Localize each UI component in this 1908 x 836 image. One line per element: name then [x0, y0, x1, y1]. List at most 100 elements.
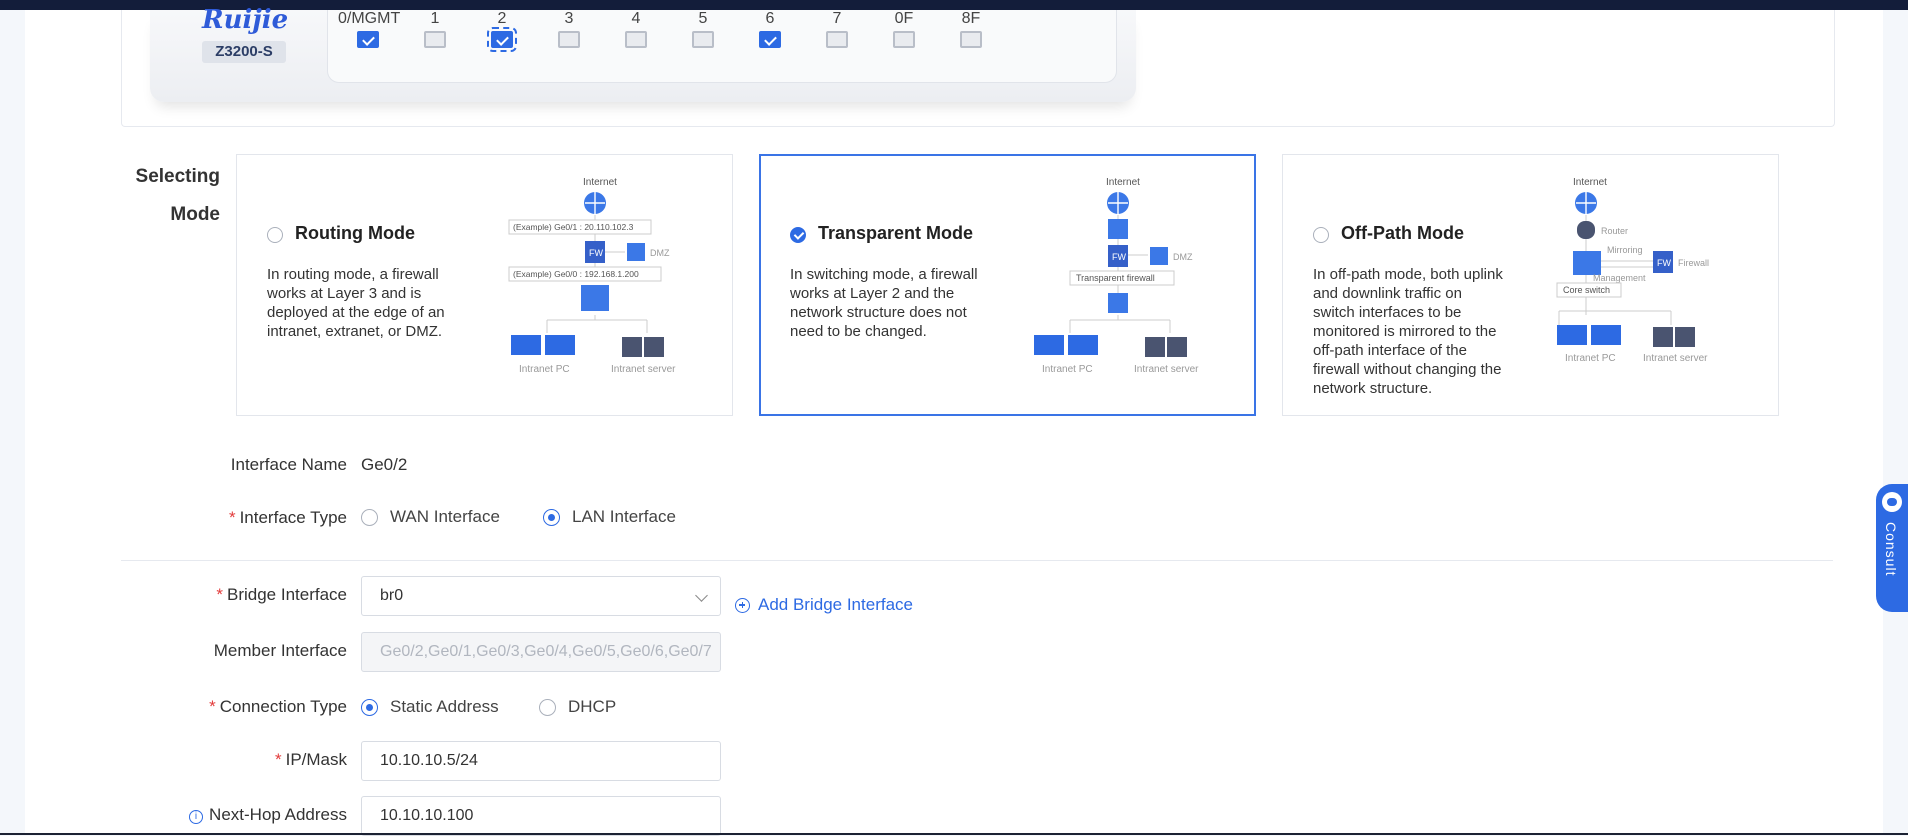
- routing-mode-title: Routing Mode: [295, 223, 415, 243]
- port-5[interactable]: 5: [673, 10, 733, 48]
- port-7[interactable]: 7: [807, 10, 867, 48]
- consult-button[interactable]: Consult: [1876, 484, 1908, 612]
- port-2[interactable]: 2: [472, 10, 532, 52]
- plus-circle-icon: [735, 597, 750, 613]
- port-8[interactable]: 0F: [874, 10, 934, 48]
- server-icon: [1653, 327, 1673, 347]
- port-4[interactable]: 4: [606, 10, 666, 48]
- selecting-mode-label: Selecting Mode: [135, 166, 220, 225]
- svg-text:(Example) Ge0/0 : 192.168.1.20: (Example) Ge0/0 : 192.168.1.200: [513, 269, 639, 279]
- offpath-mode-diagram: Internet Router Mirroring FW Firewall Ma…: [1556, 177, 1709, 364]
- port-6[interactable]: 6: [740, 10, 800, 48]
- port-label: 6: [765, 10, 775, 27]
- switch-icon: [581, 285, 609, 311]
- port-area: 0/MGMT 1 2 3 4 5 6 7 0F 8F: [327, 10, 1117, 83]
- svg-text:FW: FW: [589, 248, 603, 258]
- port-label: 2: [497, 10, 507, 27]
- bridge-interface-label: * Bridge Interface: [216, 585, 347, 604]
- dmz-server-icon: [627, 243, 645, 261]
- offpath-mode-title: Off-Path Mode: [1341, 223, 1464, 243]
- port-icon[interactable]: [558, 31, 580, 48]
- port-icon[interactable]: [487, 27, 517, 52]
- svg-text:DMZ: DMZ: [1173, 252, 1193, 262]
- server-icon: [622, 337, 642, 357]
- lan-interface-radio[interactable]: LAN Interface: [543, 507, 676, 527]
- ip-mask-input[interactable]: 10.10.10.5/24: [361, 741, 721, 781]
- routing-mode-radio[interactable]: [267, 227, 283, 243]
- offpath-mode-description: In off-path mode, both uplink and downli…: [1313, 266, 1503, 397]
- core-switch-icon: [1573, 251, 1601, 275]
- svg-text:DMZ: DMZ: [650, 248, 670, 258]
- transparent-mode-title: Transparent Mode: [818, 223, 974, 243]
- next-hop-input[interactable]: 10.10.10.100: [361, 796, 721, 836]
- transparent-mode-description: In switching mode, a firewall works at L…: [790, 266, 978, 340]
- svg-text:Core switch: Core switch: [1563, 285, 1610, 295]
- bridge-interface-select[interactable]: br0: [361, 576, 721, 616]
- port-9[interactable]: 8F: [941, 10, 1001, 48]
- router-icon: [1577, 221, 1595, 239]
- port-label: 5: [698, 10, 708, 27]
- svg-text:Router: Router: [1601, 226, 1628, 236]
- port-icon[interactable]: [692, 31, 714, 48]
- port-label: 4: [631, 10, 641, 27]
- svg-text:Intranet PC: Intranet PC: [1042, 364, 1093, 375]
- section-divider: [121, 560, 1833, 561]
- next-hop-label: i Next-Hop Address: [125, 805, 347, 825]
- brand-logo: Ruijie: [202, 5, 289, 35]
- svg-text:FW: FW: [1112, 252, 1126, 262]
- add-bridge-interface-link[interactable]: Add Bridge Interface: [735, 595, 913, 615]
- port-icon[interactable]: [759, 31, 781, 48]
- svg-text:Intranet PC: Intranet PC: [519, 364, 570, 375]
- device-chassis: Ruijie Z3200-S 0/MGMT 1 2 3 4 5 6 7 0F 8F: [150, 5, 1136, 102]
- port-icon[interactable]: [625, 31, 647, 48]
- svg-text:Internet: Internet: [1106, 177, 1140, 188]
- svg-text:Intranet server: Intranet server: [1134, 364, 1199, 375]
- transparent-mode-radio[interactable]: [790, 227, 806, 243]
- chat-icon: [1882, 492, 1902, 512]
- connection-type-label: * Connection Type: [209, 697, 347, 716]
- svg-text:FW: FW: [1657, 258, 1671, 268]
- transparent-mode-card[interactable]: Transparent Mode In switching mode, a fi…: [759, 154, 1256, 416]
- wan-interface-radio[interactable]: WAN Interface: [361, 507, 500, 527]
- port-label: 8F: [961, 10, 981, 27]
- svg-text:Intranet server: Intranet server: [611, 364, 676, 375]
- chevron-down-icon: [695, 589, 708, 602]
- switch-icon: [1108, 293, 1128, 313]
- svg-text:(Example) Ge0/1 : 20.110.102.3: (Example) Ge0/1 : 20.110.102.3: [513, 222, 634, 232]
- svg-text:Management: Management: [1593, 273, 1646, 283]
- info-icon[interactable]: i: [189, 810, 204, 824]
- dmz-server-icon: [1150, 247, 1168, 265]
- routing-mode-card[interactable]: Routing Mode In routing mode, a firewall…: [236, 154, 733, 416]
- static-address-radio[interactable]: Static Address: [361, 697, 499, 717]
- router-icon: [1108, 219, 1128, 239]
- port-icon[interactable]: [357, 31, 379, 48]
- offpath-mode-card[interactable]: Off-Path Mode In off-path mode, both upl…: [1282, 154, 1779, 416]
- port-0[interactable]: 0/MGMT: [338, 10, 401, 48]
- routing-mode-description: In routing mode, a firewall works at Lay…: [267, 266, 445, 340]
- routing-mode-diagram: Internet (Example) Ge0/1 : 20.110.102.3 …: [508, 177, 676, 375]
- port-icon[interactable]: [960, 31, 982, 48]
- port-3[interactable]: 3: [539, 10, 599, 48]
- device-model: Z3200-S: [202, 41, 286, 63]
- port-icon[interactable]: [893, 31, 915, 48]
- ip-mask-label: * IP/Mask: [274, 750, 347, 769]
- dhcp-radio[interactable]: DHCP: [539, 697, 616, 717]
- transparent-mode-diagram: Internet FW DMZ Transparent firewall Int…: [1034, 177, 1199, 375]
- port-icon[interactable]: [424, 31, 446, 48]
- server-icon: [1145, 337, 1165, 357]
- svg-text:Transparent firewall: Transparent firewall: [1076, 273, 1155, 283]
- port-1[interactable]: 1: [405, 10, 465, 48]
- pc-icon: [1034, 335, 1064, 355]
- svg-text:Firewall: Firewall: [1678, 258, 1709, 268]
- svg-text:Mirroring: Mirroring: [1607, 245, 1643, 255]
- member-interface-field: Ge0/2,Ge0/1,Ge0/3,Ge0/4,Ge0/5,Ge0/6,Ge0/…: [361, 632, 721, 672]
- port-label: 1: [430, 10, 440, 27]
- pc-icon: [1557, 325, 1587, 345]
- interface-name-label: Interface Name: [230, 455, 347, 474]
- page-content: Ruijie Z3200-S 0/MGMT 1 2 3 4 5 6 7 0F 8F Selecti…: [25, 5, 1883, 836]
- port-icon[interactable]: [826, 31, 848, 48]
- port-label: 3: [564, 10, 574, 27]
- interface-type-label: * Interface Type: [228, 508, 347, 527]
- offpath-mode-radio[interactable]: [1313, 227, 1329, 243]
- port-label: 0/MGMT: [338, 10, 401, 27]
